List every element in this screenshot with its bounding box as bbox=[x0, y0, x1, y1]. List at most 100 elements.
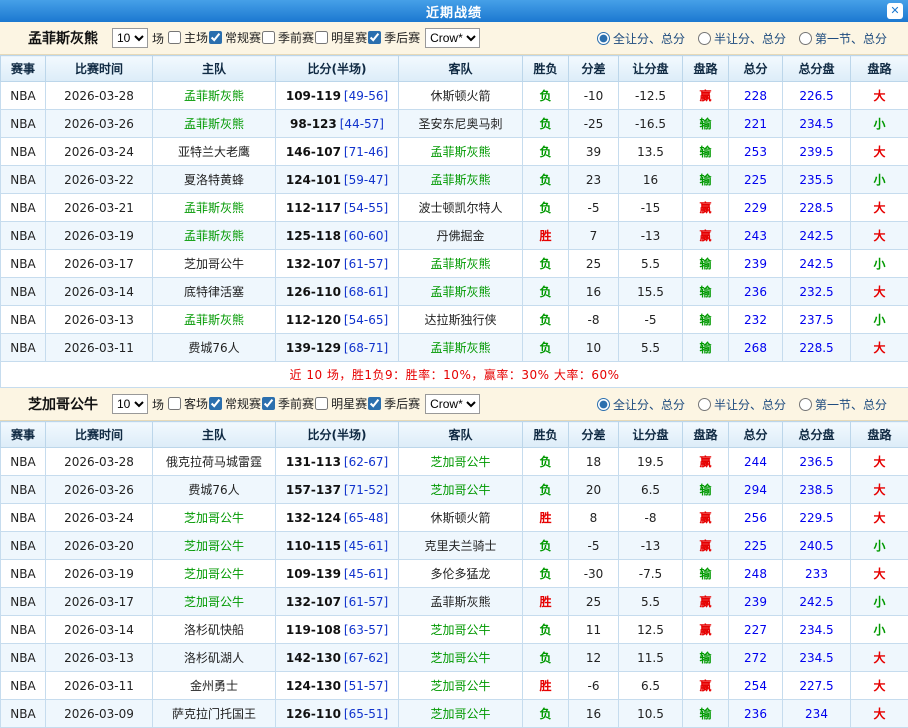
close-button[interactable]: ✕ bbox=[887, 3, 903, 19]
filter-checkbox[interactable]: 季后赛 bbox=[368, 29, 420, 46]
total-line-cell: 238.5 bbox=[783, 476, 851, 504]
filter-checkbox[interactable]: 常规赛 bbox=[209, 29, 261, 46]
checkbox-input[interactable] bbox=[262, 397, 275, 410]
table-row: NBA2026-03-11费城76人139-129[68-71]孟菲斯灰熊负10… bbox=[1, 334, 908, 362]
league-cell: NBA bbox=[1, 110, 46, 138]
odds-mode-radio[interactable]: 第一节、总分 bbox=[799, 396, 887, 413]
point-diff-cell: 8 bbox=[569, 504, 619, 532]
filter-checkbox[interactable]: 季后赛 bbox=[368, 395, 420, 412]
checkbox-input[interactable] bbox=[262, 31, 275, 44]
games-count-select[interactable]: 10 bbox=[112, 28, 148, 48]
handicap-line-cell: 11.5 bbox=[619, 644, 683, 672]
score-cell: 126-110[68-61] bbox=[276, 278, 399, 306]
checkbox-input[interactable] bbox=[209, 31, 222, 44]
filter-checkbox-group: 客场常规赛季前赛明星赛季后赛 bbox=[168, 395, 421, 413]
radio-input[interactable] bbox=[698, 32, 711, 45]
odds-mode-radio[interactable]: 半让分、总分 bbox=[698, 396, 786, 413]
total-result-cell: 小 bbox=[851, 532, 908, 560]
filter-checkbox[interactable]: 明星赛 bbox=[315, 395, 367, 412]
fulltime-score: 119-108 bbox=[286, 623, 341, 637]
home-team-cell: 洛杉矶湖人 bbox=[153, 644, 276, 672]
radio-input[interactable] bbox=[597, 32, 610, 45]
score-cell: 125-118[60-60] bbox=[276, 222, 399, 250]
filter-checkbox[interactable]: 常规赛 bbox=[209, 395, 261, 412]
total-line-cell: 229.5 bbox=[783, 504, 851, 532]
halftime-score: [59-47] bbox=[344, 173, 388, 187]
column-header: 分差 bbox=[569, 422, 619, 448]
total-line-cell: 242.5 bbox=[783, 250, 851, 278]
date-cell: 2026-03-22 bbox=[46, 166, 153, 194]
odds-mode-radio[interactable]: 全让分、总分 bbox=[597, 396, 685, 413]
away-team-cell: 孟菲斯灰熊 bbox=[399, 588, 523, 616]
total-result-cell: 小 bbox=[851, 250, 908, 278]
total-result-cell: 小 bbox=[851, 166, 908, 194]
home-team-cell: 孟菲斯灰熊 bbox=[153, 306, 276, 334]
total-points-cell: 294 bbox=[729, 476, 783, 504]
handicap-result-cell: 赢 bbox=[683, 82, 729, 110]
filter-checkbox[interactable]: 季前赛 bbox=[262, 395, 314, 412]
score-cell: 132-107[61-57] bbox=[276, 250, 399, 278]
odds-type-select[interactable]: Crow* bbox=[425, 394, 480, 414]
radio-label: 全让分、总分 bbox=[613, 396, 685, 413]
radio-input[interactable] bbox=[698, 398, 711, 411]
away-team-cell: 芝加哥公牛 bbox=[399, 700, 523, 728]
odds-type-select[interactable]: Crow* bbox=[425, 28, 480, 48]
total-line-cell: 240.5 bbox=[783, 532, 851, 560]
filter-checkbox[interactable]: 明星赛 bbox=[315, 29, 367, 46]
checkbox-input[interactable] bbox=[168, 31, 181, 44]
home-team-cell: 萨克拉门托国王 bbox=[153, 700, 276, 728]
date-cell: 2026-03-28 bbox=[46, 448, 153, 476]
date-cell: 2026-03-19 bbox=[46, 222, 153, 250]
filter-checkbox[interactable]: 主场 bbox=[168, 29, 208, 46]
odds-mode-radio[interactable]: 半让分、总分 bbox=[698, 30, 786, 47]
radio-input[interactable] bbox=[799, 398, 812, 411]
handicap-line-cell: -5 bbox=[619, 306, 683, 334]
result-cell: 负 bbox=[523, 138, 569, 166]
away-team-cell: 孟菲斯灰熊 bbox=[399, 250, 523, 278]
odds-mode-radio[interactable]: 第一节、总分 bbox=[799, 30, 887, 47]
filter-checkbox[interactable]: 季前赛 bbox=[262, 29, 314, 46]
point-diff-cell: -10 bbox=[569, 82, 619, 110]
total-result-cell: 小 bbox=[851, 110, 908, 138]
home-team-cell: 孟菲斯灰熊 bbox=[153, 222, 276, 250]
point-diff-cell: -5 bbox=[569, 532, 619, 560]
fulltime-score: 112-117 bbox=[286, 201, 341, 215]
total-points-cell: 256 bbox=[729, 504, 783, 532]
radio-input[interactable] bbox=[597, 398, 610, 411]
table-row: NBA2026-03-11金州勇士124-130[51-57]芝加哥公牛胜-66… bbox=[1, 672, 908, 700]
games-count-select[interactable]: 10 bbox=[112, 394, 148, 414]
checkbox-input[interactable] bbox=[209, 397, 222, 410]
results-table-chicago: 赛事比赛时间主队比分(半场)客队胜负分差让分盘盘路总分总分盘盘路 NBA2026… bbox=[0, 421, 908, 728]
result-cell: 负 bbox=[523, 334, 569, 362]
halftime-score: [62-67] bbox=[344, 455, 388, 469]
date-cell: 2026-03-17 bbox=[46, 250, 153, 278]
checkbox-input[interactable] bbox=[315, 397, 328, 410]
radio-input[interactable] bbox=[799, 32, 812, 45]
filter-checkbox[interactable]: 客场 bbox=[168, 395, 208, 412]
away-team-cell: 达拉斯独行侠 bbox=[399, 306, 523, 334]
column-header: 盘路 bbox=[851, 422, 908, 448]
handicap-result-cell: 输 bbox=[683, 306, 729, 334]
halftime-score: [67-62] bbox=[344, 651, 388, 665]
column-header: 客队 bbox=[399, 422, 523, 448]
point-diff-cell: 39 bbox=[569, 138, 619, 166]
table-row: NBA2026-03-28俄克拉荷马城雷霆131-113[62-67]芝加哥公牛… bbox=[1, 448, 908, 476]
checkbox-input[interactable] bbox=[168, 397, 181, 410]
odds-mode-radio[interactable]: 全让分、总分 bbox=[597, 30, 685, 47]
total-points-cell: 225 bbox=[729, 166, 783, 194]
league-cell: NBA bbox=[1, 138, 46, 166]
checkbox-input[interactable] bbox=[368, 31, 381, 44]
point-diff-cell: 16 bbox=[569, 278, 619, 306]
away-team-cell: 孟菲斯灰熊 bbox=[399, 334, 523, 362]
column-header: 比赛时间 bbox=[46, 422, 153, 448]
column-header: 让分盘 bbox=[619, 422, 683, 448]
checkbox-input[interactable] bbox=[315, 31, 328, 44]
checkbox-input[interactable] bbox=[368, 397, 381, 410]
column-header: 让分盘 bbox=[619, 56, 683, 82]
handicap-result-cell: 赢 bbox=[683, 616, 729, 644]
fulltime-score: 109-119 bbox=[286, 89, 341, 103]
league-cell: NBA bbox=[1, 700, 46, 728]
total-line-cell: 235.5 bbox=[783, 166, 851, 194]
fulltime-score: 142-130 bbox=[286, 651, 341, 665]
checkbox-label: 季前赛 bbox=[278, 29, 314, 46]
